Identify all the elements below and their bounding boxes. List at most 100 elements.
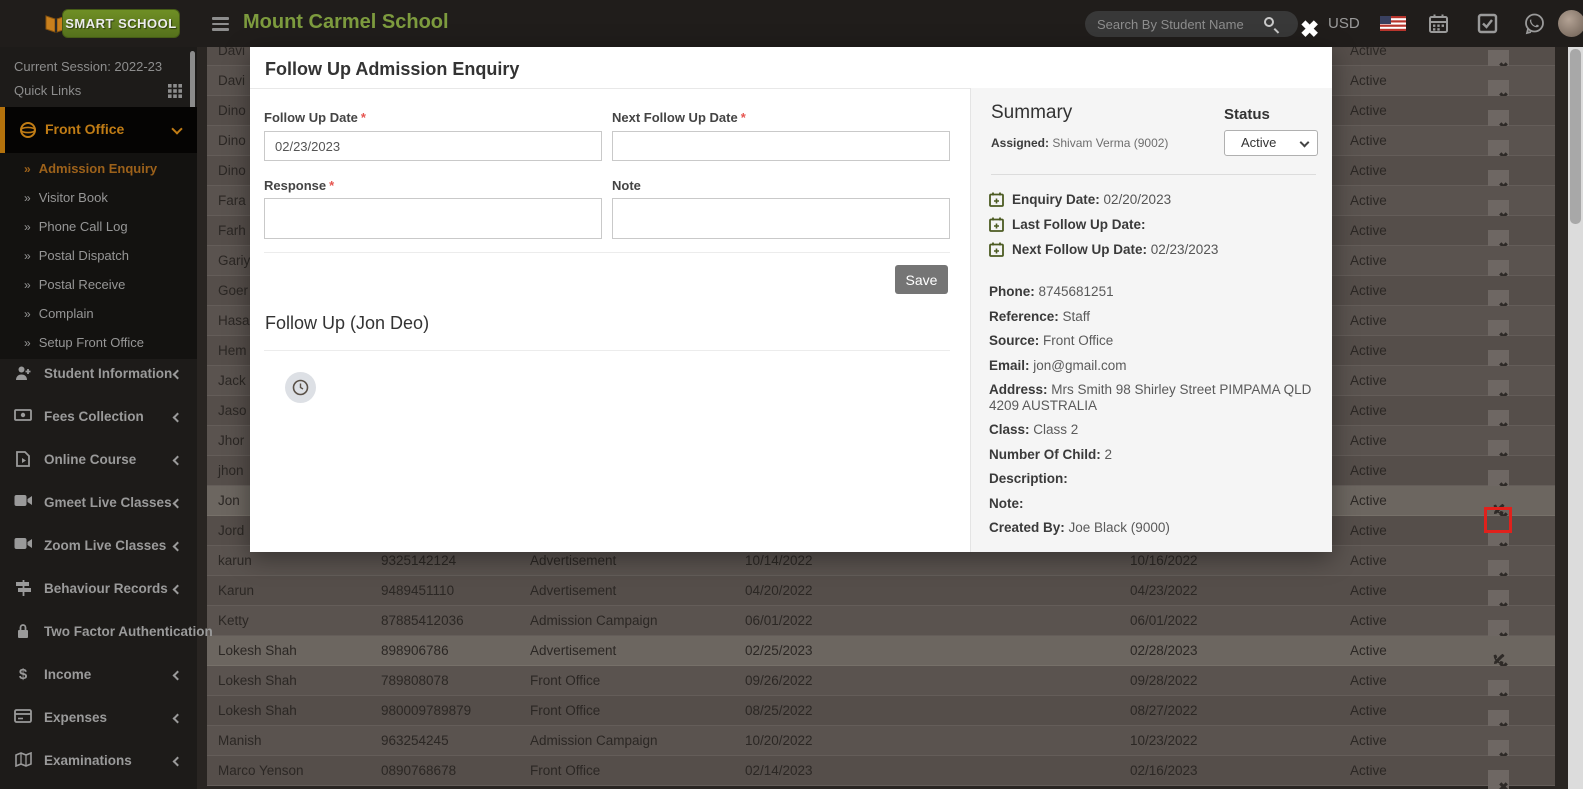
status-text: Active <box>1350 283 1387 298</box>
enquiry-name: Jack <box>218 373 246 388</box>
double-arrow-icon: » <box>24 249 31 263</box>
sidebar-item-zoom-live-classes[interactable]: Zoom Live Classes <box>0 537 197 567</box>
follow-up-date-input[interactable] <box>264 131 602 161</box>
enquiry-name: Dino <box>218 133 246 148</box>
app-logo[interactable]: SMART SCHOOL <box>62 9 180 38</box>
enquiry-date: 04/20/2022 <box>745 583 813 598</box>
two-factor-authentication-icon <box>14 623 32 641</box>
sidebar-item-fees-collection[interactable]: Fees Collection <box>0 408 197 438</box>
calendar-icon[interactable] <box>1428 13 1449 34</box>
required-star: * <box>329 178 334 193</box>
sidebar-item-gmeet-live-classes[interactable]: Gmeet Live Classes <box>0 494 197 524</box>
timeline-badge <box>285 372 316 403</box>
status-text: Active <box>1350 133 1387 148</box>
language-flag-icon[interactable] <box>1380 16 1406 31</box>
status-label: Status <box>1224 106 1270 123</box>
hamburger-menu-icon[interactable] <box>212 17 229 34</box>
expenses-icon <box>14 709 32 727</box>
current-session-label: Current Session: 2022-23 <box>14 59 162 74</box>
sidebar-subitem-complain[interactable]: »Complain <box>24 306 94 321</box>
front-office-icon <box>19 121 37 139</box>
table-row: Karun9489451110Advertisement04/20/202204… <box>207 576 1555 606</box>
summary-detail-line: Reference: Staff <box>989 309 1319 325</box>
status-text: Active <box>1350 643 1387 658</box>
calendar-plus-icon <box>989 192 1012 207</box>
front-office-submenu: »Admission Enquiry »Visitor Book »Phone Ca… <box>0 153 197 359</box>
enquiry-name: Goer <box>218 283 248 298</box>
double-arrow-icon: » <box>24 191 31 205</box>
summary-details: Phone: 8745681251Reference: StaffSource:… <box>989 284 1319 545</box>
save-button[interactable]: Save <box>895 265 948 294</box>
status-text: Active <box>1350 403 1387 418</box>
sidebar-subitem-setup-front-office[interactable]: »Setup Front Office <box>24 335 144 350</box>
summary-detail-line: Class: Class 2 <box>989 422 1319 438</box>
sidebar-subitem-visitor-book[interactable]: »Visitor Book <box>24 190 108 205</box>
chevron-left-icon <box>173 456 183 466</box>
enquiry-name: Lokesh Shah <box>218 643 297 658</box>
sidebar-item-online-course[interactable]: Online Course <box>0 451 197 481</box>
status-select[interactable]: Active <box>1224 130 1318 156</box>
sidebar-item-expenses[interactable]: Expenses <box>0 709 197 739</box>
summary-detail-line: Description: <box>989 471 1319 487</box>
enquiry-source: Advertisement <box>530 583 616 598</box>
enquiry-name: Lokesh Shah <box>218 703 297 718</box>
summary-detail-line: Note: <box>989 496 1319 512</box>
chevron-down-icon <box>1300 138 1310 148</box>
status-text: Active <box>1350 433 1387 448</box>
sidebar-item-examinations[interactable]: Examinations <box>0 752 197 782</box>
status-text: Active <box>1350 343 1387 358</box>
sidebar: Current Session: 2022-23 Quick Links Fro… <box>0 47 197 789</box>
online-course-icon <box>14 451 32 469</box>
enquiry-name: Hasa <box>218 313 250 328</box>
summary-detail-line: Phone: 8745681251 <box>989 284 1319 300</box>
follow-up-divider <box>264 350 950 351</box>
note-textarea[interactable] <box>612 198 950 239</box>
sidebar-item-two-factor-authentication[interactable]: Two Factor Authentication <box>0 623 197 653</box>
summary-detail-line: Number Of Child: 2 <box>989 447 1319 463</box>
sidebar-item-front-office[interactable]: Front Office <box>0 107 197 153</box>
status-text: Active <box>1350 553 1387 568</box>
chevron-left-icon <box>173 542 183 552</box>
whatsapp-icon[interactable] <box>1523 12 1546 35</box>
enquiry-phone: 9325142124 <box>381 553 456 568</box>
page-scrollbar[interactable] <box>1568 47 1583 789</box>
page-scrollbar-thumb[interactable] <box>1570 49 1581 224</box>
modal-close-icon[interactable]: ✖ <box>1300 16 1319 43</box>
enquiry-phone: 9489451110 <box>381 583 454 598</box>
required-star: * <box>361 110 366 125</box>
search-icon[interactable] <box>1264 17 1274 27</box>
enquiry-name: Manish <box>218 733 262 748</box>
sidebar-subitem-phone-call-log[interactable]: »Phone Call Log <box>24 219 128 234</box>
examinations-icon <box>14 752 32 770</box>
delete-button[interactable]: ✖ <box>1488 770 1509 789</box>
quick-links-grid-icon[interactable] <box>168 84 182 98</box>
enquiry-name: Jhor <box>218 433 244 448</box>
note-label: Note <box>612 178 641 193</box>
summary-detail-line: Address: Mrs Smith 98 Shirley Street PIM… <box>989 382 1319 413</box>
table-row: Manish963254245Admission Campaign10/20/2… <box>207 726 1555 756</box>
response-label: Response* <box>264 178 334 193</box>
sidebar-subitem-postal-receive[interactable]: »Postal Receive <box>24 277 125 292</box>
status-text: Active <box>1350 253 1387 268</box>
sidebar-subitem-postal-dispatch[interactable]: »Postal Dispatch <box>24 248 129 263</box>
enquiry-phone: 898906786 <box>381 643 449 658</box>
quick-links[interactable]: Quick Links <box>14 83 81 98</box>
todo-check-icon[interactable] <box>1477 13 1498 34</box>
status-text: Active <box>1350 193 1387 208</box>
status-text: Active <box>1350 373 1387 388</box>
status-text: Active <box>1350 73 1387 88</box>
clock-icon <box>292 379 309 396</box>
sidebar-item-income[interactable]: $Income <box>0 666 197 696</box>
sidebar-subitem-admission-enquiry[interactable]: »Admission Enquiry <box>24 161 157 176</box>
search-input[interactable] <box>1097 11 1257 37</box>
student-information-icon <box>14 365 32 383</box>
currency-selector[interactable]: USD <box>1328 15 1360 32</box>
sidebar-item-behaviour-records[interactable]: Behaviour Records <box>0 580 197 610</box>
assigned-line: Assigned: Shivam Verma (9002) <box>991 136 1168 150</box>
user-avatar[interactable] <box>1558 10 1583 37</box>
next-follow-up-date-input[interactable] <box>612 131 950 161</box>
response-textarea[interactable] <box>264 198 602 239</box>
summary-detail-line: Email: jon@gmail.com <box>989 358 1319 374</box>
chevron-left-icon <box>173 499 183 509</box>
sidebar-item-student-information[interactable]: Student Information <box>0 365 197 395</box>
